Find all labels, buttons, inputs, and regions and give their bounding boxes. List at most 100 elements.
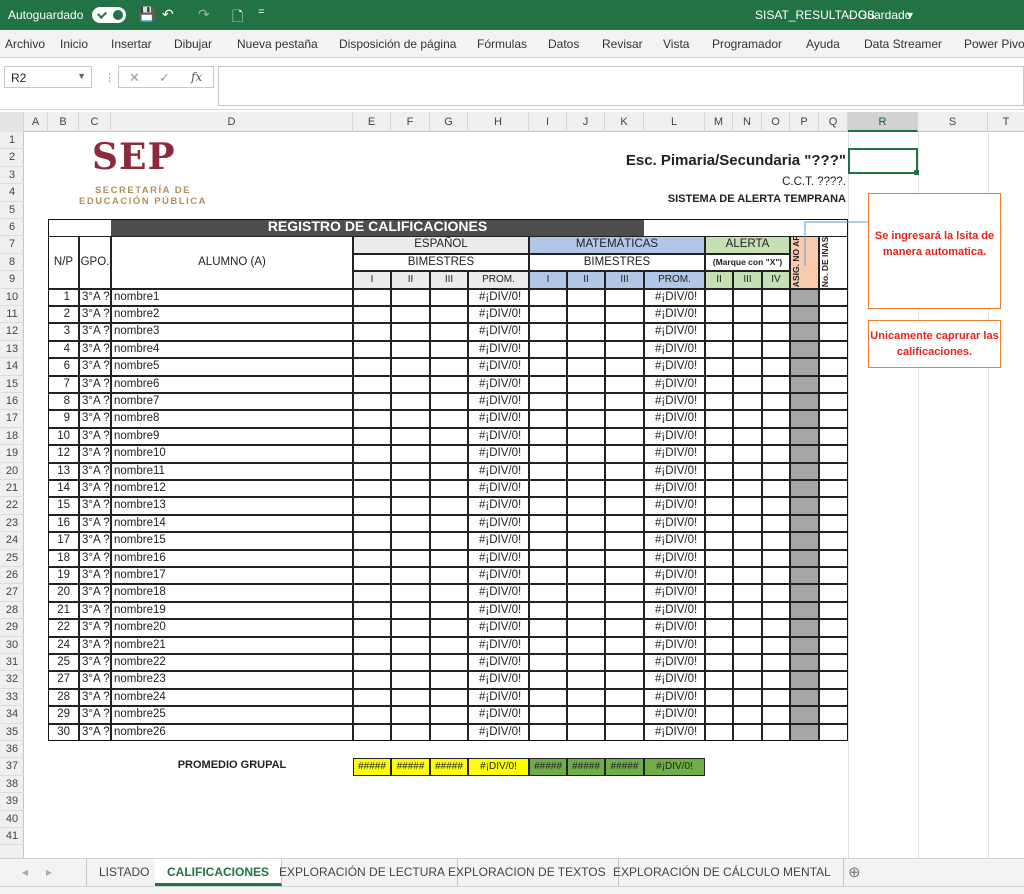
grade-input-matematicas[interactable]: [605, 723, 644, 741]
chevron-down-icon[interactable]: ▼: [77, 71, 86, 81]
chevron-down-icon[interactable]: ▾: [907, 8, 913, 22]
alert-mark-cell[interactable]: [733, 532, 762, 550]
row-header[interactable]: 3: [0, 167, 24, 185]
cell-inasistencias[interactable]: [819, 601, 848, 620]
grade-input-matematicas[interactable]: [529, 688, 567, 707]
grade-input-matematicas[interactable]: [605, 671, 644, 689]
menu-insertar[interactable]: Insertar: [111, 37, 152, 51]
row-header[interactable]: 41: [0, 828, 24, 846]
grade-input-espanol[interactable]: [353, 514, 391, 533]
grade-input-espanol[interactable]: [353, 340, 391, 359]
alert-mark-cell[interactable]: [705, 306, 733, 324]
column-header[interactable]: C: [79, 112, 111, 132]
alert-mark-cell[interactable]: [705, 393, 733, 411]
alert-mark-cell[interactable]: [705, 723, 733, 741]
alert-mark-cell[interactable]: [705, 497, 733, 515]
grade-input-espanol[interactable]: [430, 323, 468, 341]
grade-input-matematicas[interactable]: [605, 706, 644, 724]
grade-input-matematicas[interactable]: [529, 514, 567, 533]
grade-input-espanol[interactable]: [391, 601, 430, 620]
alert-mark-cell[interactable]: [762, 532, 790, 550]
row-header[interactable]: 20: [0, 463, 24, 480]
grade-input-espanol[interactable]: [430, 427, 468, 446]
alert-mark-cell[interactable]: [705, 549, 733, 567]
alert-mark-cell[interactable]: [762, 445, 790, 463]
grade-input-matematicas[interactable]: [567, 288, 605, 306]
qat-dropdown-icon[interactable]: =: [258, 6, 264, 18]
column-header[interactable]: F: [391, 112, 430, 132]
cell-inasistencias[interactable]: [819, 584, 848, 602]
grade-input-espanol[interactable]: [391, 462, 430, 480]
grade-input-espanol[interactable]: [391, 671, 430, 689]
grade-input-matematicas[interactable]: [529, 462, 567, 480]
grade-input-matematicas[interactable]: [567, 549, 605, 567]
alert-mark-cell[interactable]: [733, 654, 762, 672]
column-header[interactable]: K: [605, 112, 644, 132]
grade-input-matematicas[interactable]: [567, 323, 605, 341]
menu-datos[interactable]: Datos: [548, 37, 579, 51]
cell-inasistencias[interactable]: [819, 480, 848, 498]
row-header[interactable]: 13: [0, 341, 24, 359]
grade-input-matematicas[interactable]: [567, 375, 605, 393]
cell-inasistencias[interactable]: [819, 654, 848, 672]
grade-input-matematicas[interactable]: [529, 601, 567, 620]
alert-mark-cell[interactable]: [733, 514, 762, 533]
cell-inasistencias[interactable]: [819, 340, 848, 359]
grade-input-espanol[interactable]: [353, 532, 391, 550]
cell-inasistencias[interactable]: [819, 636, 848, 654]
grade-input-espanol[interactable]: [353, 636, 391, 654]
column-header[interactable]: D: [111, 112, 353, 132]
row-header[interactable]: 4: [0, 184, 24, 202]
cell-inasistencias[interactable]: [819, 410, 848, 428]
grade-input-espanol[interactable]: [353, 462, 391, 480]
redo-icon[interactable]: ↷: [198, 6, 210, 23]
row-header[interactable]: 11: [0, 306, 24, 324]
alert-mark-cell[interactable]: [762, 323, 790, 341]
grade-input-espanol[interactable]: [430, 358, 468, 376]
grade-input-matematicas[interactable]: [529, 375, 567, 393]
alert-mark-cell[interactable]: [705, 706, 733, 724]
row-header[interactable]: 26: [0, 567, 24, 585]
row-header[interactable]: 38: [0, 776, 24, 794]
grade-input-espanol[interactable]: [353, 584, 391, 602]
grade-input-espanol[interactable]: [353, 688, 391, 707]
alert-mark-cell[interactable]: [705, 288, 733, 306]
grade-input-matematicas[interactable]: [529, 549, 567, 567]
grade-input-matematicas[interactable]: [605, 288, 644, 306]
cell-inasistencias[interactable]: [819, 427, 848, 446]
grade-input-espanol[interactable]: [391, 410, 430, 428]
alert-mark-cell[interactable]: [733, 358, 762, 376]
grade-input-matematicas[interactable]: [605, 549, 644, 567]
row-header[interactable]: 28: [0, 602, 24, 620]
grade-input-espanol[interactable]: [430, 306, 468, 324]
alert-mark-cell[interactable]: [733, 723, 762, 741]
cell-inasistencias[interactable]: [819, 549, 848, 567]
grade-input-espanol[interactable]: [353, 601, 391, 620]
alert-mark-cell[interactable]: [733, 497, 762, 515]
grade-input-espanol[interactable]: [353, 358, 391, 376]
cell-inasistencias[interactable]: [819, 288, 848, 306]
alert-mark-cell[interactable]: [705, 636, 733, 654]
alert-mark-cell[interactable]: [733, 688, 762, 707]
cell-inasistencias[interactable]: [819, 462, 848, 480]
grade-input-espanol[interactable]: [391, 549, 430, 567]
row-header[interactable]: 10: [0, 289, 24, 306]
grade-input-matematicas[interactable]: [567, 532, 605, 550]
row-header[interactable]: 33: [0, 689, 24, 707]
cell-inasistencias[interactable]: [819, 567, 848, 585]
row-header[interactable]: 16: [0, 393, 24, 411]
grade-input-espanol[interactable]: [391, 514, 430, 533]
alert-mark-cell[interactable]: [733, 410, 762, 428]
column-header[interactable]: A: [24, 112, 48, 132]
alert-mark-cell[interactable]: [733, 462, 762, 480]
grade-input-matematicas[interactable]: [567, 636, 605, 654]
alert-mark-cell[interactable]: [705, 445, 733, 463]
row-header[interactable]: 21: [0, 480, 24, 498]
formula-input[interactable]: [218, 66, 1024, 106]
alert-mark-cell[interactable]: [705, 323, 733, 341]
cell-inasistencias[interactable]: [819, 688, 848, 707]
row-header[interactable]: 6: [0, 219, 24, 237]
alert-mark-cell[interactable]: [733, 288, 762, 306]
grade-input-espanol[interactable]: [353, 410, 391, 428]
grade-input-espanol[interactable]: [430, 532, 468, 550]
